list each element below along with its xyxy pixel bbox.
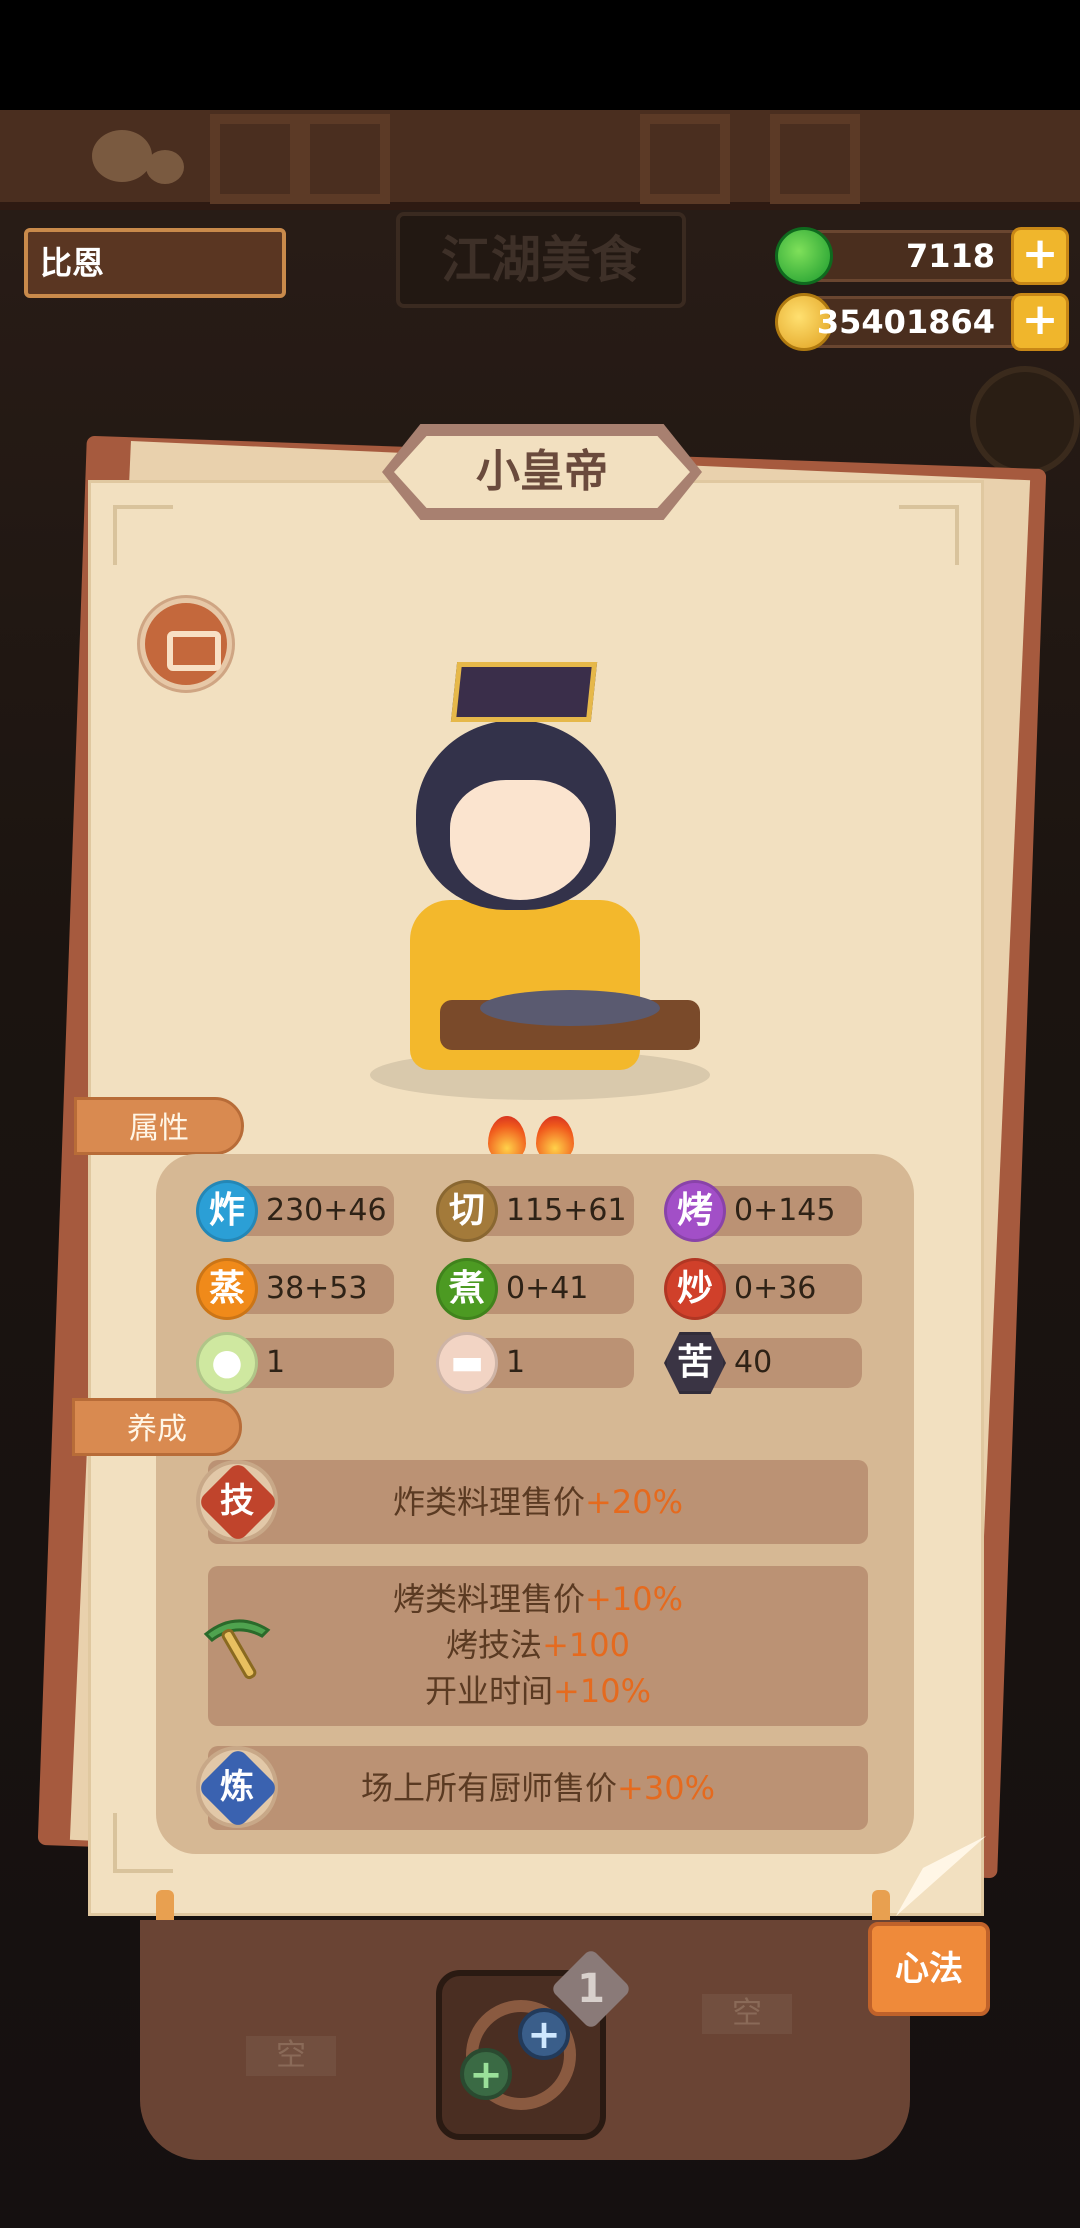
refine-icon[interactable]: 炼 — [196, 1746, 280, 1830]
chef-character-illustration — [370, 660, 710, 1100]
training-text: 烤类料理售价 — [393, 1580, 586, 1618]
training-bonus: +30% — [617, 1769, 715, 1807]
pickaxe-icon[interactable] — [196, 1606, 278, 1688]
cut-icon: 切 — [436, 1180, 498, 1242]
add-node-blue-button[interactable]: + — [518, 2008, 570, 2060]
boil-icon: 煮 — [436, 1258, 498, 1320]
background-round-button — [970, 366, 1080, 476]
training-row-skill: 炸类料理售价+20% — [208, 1460, 868, 1544]
stat-value: 0+145 — [734, 1193, 836, 1228]
cabbage-icon: ● — [196, 1332, 258, 1394]
chef-class-badge-icon[interactable] — [140, 598, 232, 690]
training-bonus: +20% — [585, 1483, 683, 1521]
chick-decoration — [92, 130, 152, 182]
chick-decoration — [146, 150, 184, 184]
add-jade-button[interactable]: + — [1011, 227, 1069, 285]
training-bonus: +10% — [553, 1672, 651, 1710]
training-bonus: +10% — [585, 1580, 683, 1618]
training-text: 烤技法 — [446, 1626, 543, 1664]
add-coin-button[interactable]: + — [1011, 293, 1069, 351]
stat-boil: 煮 0+41 — [436, 1258, 636, 1320]
stat-value: 40 — [734, 1345, 773, 1380]
steam-icon: 蒸 — [196, 1258, 258, 1320]
player-name-box[interactable]: 比恩 — [24, 228, 286, 298]
meat-icon: ▬ — [436, 1332, 498, 1394]
stat-bitter: 苦 40 — [664, 1332, 864, 1394]
slot-level: 1 — [577, 1966, 605, 2012]
add-node-green-button[interactable]: + — [460, 2048, 512, 2100]
refine-icon-label: 炼 — [220, 1767, 254, 1807]
tab-training[interactable]: 养成 — [72, 1398, 242, 1456]
training-text: 炸类料理售价 — [393, 1483, 586, 1521]
empty-slot-left[interactable]: 空 — [246, 2036, 336, 2076]
training-text: 场上所有厨师售价 — [361, 1769, 618, 1807]
coin-value: 35401864 — [816, 303, 995, 341]
stat-roast: 烤 0+145 — [664, 1180, 864, 1242]
stat-value: 115+61 — [506, 1193, 627, 1228]
skill-icon-label: 技 — [220, 1481, 254, 1521]
shop-sign: 江湖美食 — [396, 212, 686, 308]
stat-steam: 蒸 38+53 — [196, 1258, 396, 1320]
stat-value: 0+41 — [506, 1271, 589, 1306]
stat-value: 38+53 — [266, 1271, 368, 1306]
training-row-refine: 场上所有厨师售价+30% — [208, 1746, 868, 1830]
roast-icon: 烤 — [664, 1180, 726, 1242]
coin-counter: 35401864 + — [775, 293, 1069, 351]
training-bonus: +100 — [542, 1626, 630, 1664]
tab-attributes[interactable]: 属性 — [74, 1097, 244, 1155]
empty-slot-right[interactable]: 空 — [702, 1994, 792, 2034]
heart-method-button[interactable]: 心法 — [868, 1922, 990, 2016]
jade-value: 7118 — [905, 237, 995, 275]
stat-meat: ▬ 1 — [436, 1332, 636, 1394]
training-row-equipment: 烤类料理售价+10% 烤技法+100 开业时间+10% — [208, 1566, 868, 1726]
jade-icon — [775, 227, 833, 285]
stat-stirfry: 炒 0+36 — [664, 1258, 864, 1320]
training-text: 开业时间 — [425, 1672, 554, 1710]
jade-counter: 7118 + — [775, 227, 1069, 285]
stat-value: 230+46 — [266, 1193, 387, 1228]
stat-value: 0+36 — [734, 1271, 817, 1306]
stirfry-icon: 炒 — [664, 1258, 726, 1320]
stat-value: 1 — [506, 1345, 526, 1380]
stat-cut: 切 115+61 — [436, 1180, 636, 1242]
chef-name-title: 小皇帝 — [394, 436, 690, 508]
skill-icon[interactable]: 技 — [196, 1460, 280, 1544]
stat-vegetable: ● 1 — [196, 1332, 396, 1394]
stat-value: 1 — [266, 1345, 286, 1380]
fry-icon: 炸 — [196, 1180, 258, 1242]
stat-fry: 炸 230+46 — [196, 1180, 396, 1242]
